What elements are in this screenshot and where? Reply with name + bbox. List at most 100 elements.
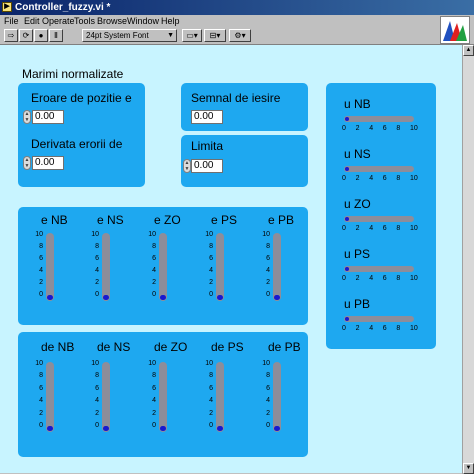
scale-tick-label: 2 [355,225,360,232]
run-continuous-icon[interactable]: ⟳ [19,29,33,42]
scroll-down-icon[interactable]: ▼ [463,463,474,474]
menu-browse[interactable]: Browse [97,15,127,28]
scale-tick-label: 0 [152,291,156,298]
e-tank-indicator [273,233,281,301]
scale-tick-label: 6 [382,275,387,282]
scale-tick-label: 2 [355,275,360,282]
scale-tick-label: 2 [152,279,156,286]
scale-tick-label: 8 [396,325,401,332]
menu-edit[interactable]: Edit [24,15,40,28]
u-bar-indicator [344,216,414,222]
scale-tick-label: 10 [410,225,418,232]
scale-tick-label: 6 [39,384,43,392]
scale-tick-label: 6 [382,125,387,132]
derivata-input[interactable]: 0.00 [32,156,64,170]
pause-icon[interactable]: Ⅱ [49,29,63,42]
de-tank-label: de NS [97,340,131,354]
font-select[interactable]: 24pt System Font ▼ [82,29,177,42]
menu-help[interactable]: Help [161,15,180,28]
input-cluster: Eroare de pozitie e ▲ ▼ 0.00 Derivata ero… [18,83,145,187]
e-tank-scale: 10 8 6 4 2 0 [199,231,213,301]
scale-tick-label: 4 [95,267,99,274]
scale-tick-label: 8 [152,372,156,380]
scale-tick-label: 2 [209,409,213,417]
de-tank-scale: 10 8 6 4 2 0 [29,360,43,432]
vertical-scrollbar[interactable]: ▲ ▼ [462,45,474,474]
bar-fill-level [345,167,349,171]
run-arrow-icon[interactable]: ⇨ [4,29,18,42]
menu-file[interactable]: File [4,15,19,28]
de-tanks-cluster: de NB 10 8 6 4 2 0 de NS 10 8 6 4 2 0 de ZO 10 8 6 4 2 0 de P… [18,332,308,457]
tank-fill-level [274,426,280,431]
scale-tick-label: 0 [342,225,346,232]
distribute-objects-icon[interactable]: ⊟▾ [204,29,226,42]
scale-tick-label: 8 [266,243,270,250]
scale-tick-label: 10 [410,275,418,282]
scale-tick-label: 0 [95,422,99,429]
scale-tick-label: 0 [342,125,346,132]
scale-tick-label: 2 [39,409,43,417]
scale-tick-label: 10 [410,125,418,132]
scale-tick-label: 0 [209,422,213,429]
u-bar-indicator [344,166,414,172]
scale-tick-label: 8 [266,372,270,380]
scale-tick-label: 0 [39,291,43,298]
u-bar-scale: 0 2 4 6 8 10 [342,275,418,285]
de-tank-label: de NB [41,340,75,354]
scale-tick-label: 2 [39,279,43,286]
scale-tick-label: 4 [95,397,99,405]
de-tank-label: de PS [211,340,244,354]
scale-tick-label: 8 [95,372,99,380]
limita-input[interactable]: 0.00 [191,159,223,173]
reorder-icon[interactable]: ⚙▾ [229,29,251,42]
scale-tick-label: 2 [95,409,99,417]
scale-tick-label: 0 [266,422,270,429]
scale-tick-label: 6 [95,255,99,262]
eroare-input[interactable]: 0.00 [32,110,64,124]
panel-heading: Marimi normalizate [22,67,124,81]
scale-tick-label: 10 [262,360,270,367]
semnal-output: 0.00 [191,110,223,124]
scale-tick-label: 4 [369,125,374,132]
scale-tick-label: 4 [369,225,374,232]
font-select-value: 24pt System Font [86,31,149,40]
scale-tick-label: 8 [209,243,213,250]
menu-window[interactable]: Window [127,15,159,28]
scale-tick-label: 8 [209,372,213,380]
eroare-spin-icon[interactable]: ▲ ▼ [23,110,31,124]
align-objects-icon[interactable]: ▭▾ [182,29,202,42]
derivata-spin-icon[interactable]: ▲ ▼ [23,156,31,170]
u-bar-indicator [344,316,414,322]
menu-tools[interactable]: Tools [74,15,95,28]
title-bar[interactable]: ▶ Controller_fuzzy.vi * [0,0,474,15]
limita-label: Limita [191,139,224,153]
scale-tick-label: 4 [369,175,374,182]
scale-tick-label: 10 [91,231,99,238]
window-title: Controller_fuzzy.vi * [15,2,111,13]
scale-tick-label: 6 [382,175,387,182]
scale-tick-label: 10 [410,325,418,332]
tank-fill-level [160,295,166,300]
abort-icon[interactable]: ● [34,29,48,42]
scale-tick-label: 2 [266,279,270,286]
scale-tick-label: 0 [342,325,346,332]
scale-tick-label: 0 [39,422,43,429]
scale-tick-label: 10 [35,360,43,367]
labview-window: ▶ Controller_fuzzy.vi * File Edit Operat… [0,0,474,474]
menu-operate[interactable]: Operate [42,15,75,28]
e-tank-indicator [46,233,54,301]
e-tank-indicator [216,233,224,301]
u-bar-label: u NB [344,97,371,111]
scale-tick-label: 4 [209,397,213,405]
limita-spin-icon[interactable]: ▲ ▼ [183,159,191,173]
tank-fill-level [160,426,166,431]
scale-tick-label: 2 [355,325,360,332]
u-bar-indicator [344,116,414,122]
derivata-label: Derivata erorii de [31,137,123,151]
scale-tick-label: 4 [209,267,213,274]
scroll-up-icon[interactable]: ▲ [463,45,474,56]
u-bar-label: u ZO [344,197,371,211]
de-tank-indicator [46,362,54,432]
scale-tick-label: 8 [39,372,43,380]
e-tank-indicator [159,233,167,301]
